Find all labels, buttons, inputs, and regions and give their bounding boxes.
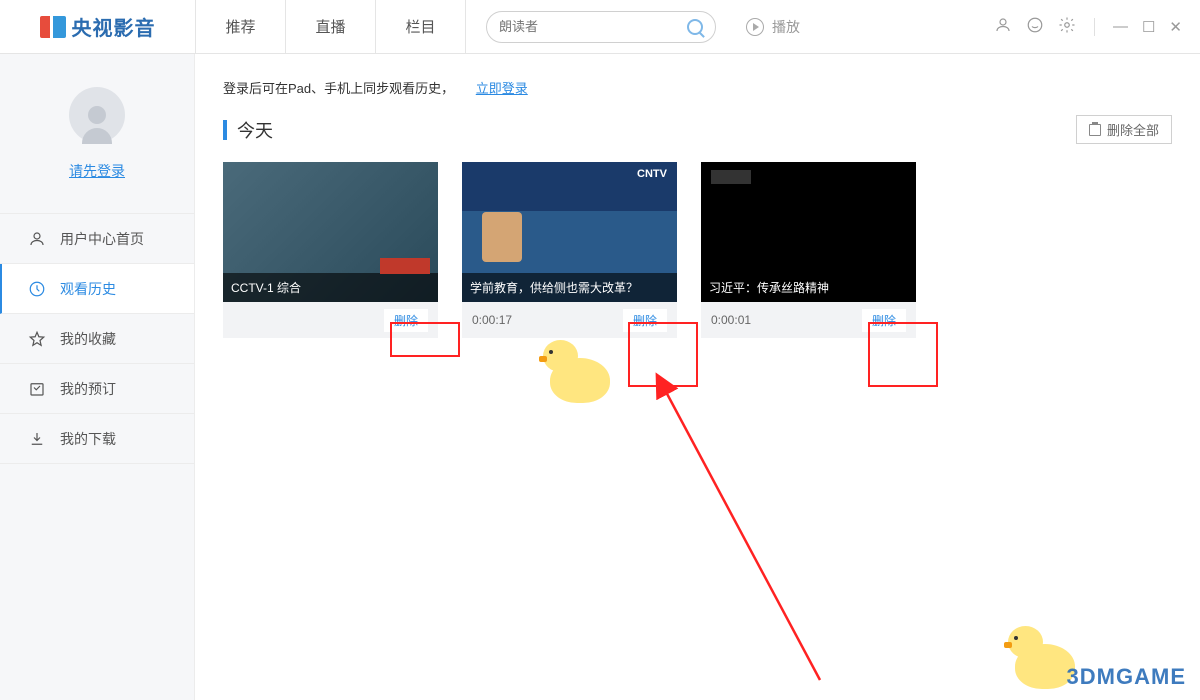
sidebar-item-label: 我的下载 — [60, 429, 116, 449]
video-title: 习近平：传承丝路精神 — [701, 273, 916, 302]
sidebar-item-downloads[interactable]: 我的下载 — [0, 414, 194, 464]
download-icon — [28, 430, 46, 448]
video-thumbnail[interactable]: 习近平：传承丝路精神 — [701, 162, 916, 302]
app-name: 央视影音 — [72, 12, 156, 41]
sidebar: 请先登录 用户中心首页 观看历史 我的收藏 我的预订 我的下载 — [0, 54, 195, 700]
window-controls: — ☐ ✕ — [994, 0, 1200, 53]
search-area — [486, 0, 716, 53]
mascot-overlay — [535, 338, 625, 408]
app-logo: 央视影音 — [0, 0, 195, 53]
card-footer: 0:00:01 删除 — [701, 302, 916, 338]
delete-button[interactable]: 删除 — [384, 309, 428, 332]
avatar-zone: 请先登录 — [0, 54, 194, 214]
history-card[interactable]: 学前教育，供给侧也需大改革？ 0:00:17 删除 — [462, 162, 677, 338]
tab-columns[interactable]: 栏目 — [376, 0, 466, 53]
delete-all-button[interactable]: 删除全部 — [1076, 115, 1172, 144]
tab-live[interactable]: 直播 — [286, 0, 376, 53]
delete-button[interactable]: 删除 — [862, 309, 906, 332]
minimize-icon[interactable]: — — [1113, 18, 1128, 35]
play-icon — [746, 18, 764, 36]
user-icon[interactable] — [994, 16, 1012, 38]
section-title: 今天 — [237, 117, 1076, 143]
watermark: 3DMGAME — [1067, 664, 1186, 690]
video-time: 0:00:17 — [472, 313, 623, 327]
tab-recommend[interactable]: 推荐 — [196, 0, 286, 53]
card-footer: 删除 — [223, 302, 438, 338]
video-time: 0:00:01 — [711, 313, 862, 327]
history-cards: CCTV-1 综合 删除 学前教育，供给侧也需大改革？ 0:00:17 删除 — [223, 162, 1172, 338]
video-thumbnail[interactable]: CCTV-1 综合 — [223, 162, 438, 302]
history-card[interactable]: CCTV-1 综合 删除 — [223, 162, 438, 338]
sidebar-item-reservations[interactable]: 我的预订 — [0, 364, 194, 414]
search-input[interactable] — [499, 19, 687, 34]
sidebar-item-label: 我的预订 — [60, 379, 116, 399]
star-icon — [28, 330, 46, 348]
sidebar-item-history[interactable]: 观看历史 — [0, 264, 194, 314]
sync-tip: 登录后可在Pad、手机上同步观看历史， 立即登录 — [223, 78, 1172, 97]
message-icon[interactable] — [1026, 16, 1044, 38]
reservation-icon — [28, 380, 46, 398]
sidebar-item-user-center[interactable]: 用户中心首页 — [0, 214, 194, 264]
sync-login-link[interactable]: 立即登录 — [476, 81, 528, 96]
avatar[interactable] — [69, 87, 125, 143]
logo-icon — [40, 16, 66, 38]
search-icon[interactable] — [687, 19, 703, 35]
top-bar: 央视影音 推荐 直播 栏目 播放 — ☐ ✕ — [0, 0, 1200, 54]
delete-button[interactable]: 删除 — [623, 309, 667, 332]
main-tabs: 推荐 直播 栏目 — [195, 0, 466, 53]
section-header: 今天 删除全部 — [223, 115, 1172, 144]
section-bar-icon — [223, 120, 227, 140]
sidebar-item-favorites[interactable]: 我的收藏 — [0, 314, 194, 364]
trash-icon — [1089, 124, 1101, 136]
play-button[interactable]: 播放 — [746, 0, 800, 53]
history-icon — [28, 280, 46, 298]
maximize-icon[interactable]: ☐ — [1142, 18, 1155, 36]
sidebar-item-label: 我的收藏 — [60, 329, 116, 349]
history-card[interactable]: 习近平：传承丝路精神 0:00:01 删除 — [701, 162, 916, 338]
video-thumbnail[interactable]: 学前教育，供给侧也需大改革？ — [462, 162, 677, 302]
card-footer: 0:00:17 删除 — [462, 302, 677, 338]
search-box[interactable] — [486, 11, 716, 43]
sidebar-nav: 用户中心首页 观看历史 我的收藏 我的预订 我的下载 — [0, 214, 194, 464]
video-title: 学前教育，供给侧也需大改革？ — [462, 273, 677, 302]
video-title: CCTV-1 综合 — [223, 273, 438, 302]
settings-icon[interactable] — [1058, 16, 1076, 38]
main-content: 登录后可在Pad、手机上同步观看历史， 立即登录 今天 删除全部 CCTV-1 … — [195, 54, 1200, 700]
close-icon[interactable]: ✕ — [1169, 18, 1182, 36]
user-center-icon — [28, 230, 46, 248]
play-label: 播放 — [772, 17, 800, 37]
sidebar-item-label: 观看历史 — [60, 279, 116, 299]
sidebar-item-label: 用户中心首页 — [60, 229, 144, 249]
login-link[interactable]: 请先登录 — [69, 161, 125, 181]
